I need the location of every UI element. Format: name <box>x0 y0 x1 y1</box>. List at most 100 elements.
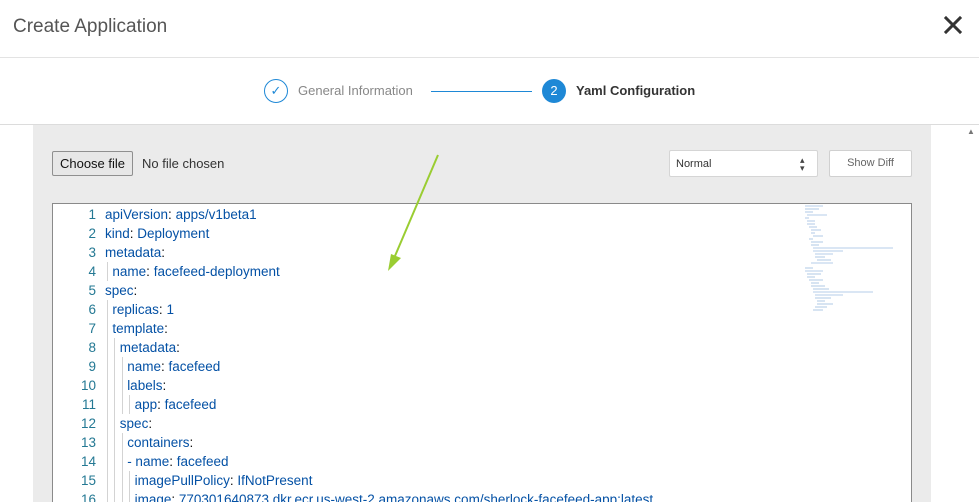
line-number: 15 <box>80 473 96 488</box>
editor-line[interactable]: 6 replicas: 1 <box>53 300 793 319</box>
yaml-key: template <box>112 321 165 336</box>
code-text: metadata: <box>105 243 165 262</box>
editor-line[interactable]: 5 spec: <box>53 281 793 300</box>
editor-line[interactable]: 15 imagePullPolicy: IfNotPresent <box>53 471 793 490</box>
step-1-check-icon[interactable]: ✓ <box>264 79 288 103</box>
indent-guide <box>114 490 116 502</box>
modal-header: Create Application <box>0 0 979 58</box>
editor-line[interactable]: 11 app: facefeed <box>53 395 793 414</box>
step-1-label[interactable]: General Information <box>298 83 413 98</box>
editor-line[interactable]: 14 - name: facefeed <box>53 452 793 471</box>
editor-line[interactable]: 16 image: 770301640873.dkr.ecr.us-west-2.… <box>53 490 793 502</box>
code-text: imagePullPolicy: IfNotPresent <box>135 471 313 490</box>
indent-guide <box>107 338 108 357</box>
indent-guide <box>114 452 116 471</box>
indent-guide <box>107 490 108 502</box>
yaml-key: name <box>127 359 161 374</box>
choose-file-button[interactable]: Choose file <box>52 151 133 176</box>
editor-mode-select[interactable]: Normal ▴ ▾ <box>669 150 818 177</box>
indent-guide <box>114 395 116 414</box>
yaml-value: Deployment <box>137 226 210 241</box>
show-diff-button[interactable]: Show Diff <box>829 150 912 177</box>
yaml-key: containers <box>127 435 190 450</box>
step-connector <box>431 91 532 92</box>
editor-line[interactable]: 12 spec: <box>53 414 793 433</box>
editor-line[interactable]: 3 metadata: <box>53 243 793 262</box>
line-number: 4 <box>88 264 96 279</box>
yaml-editor[interactable]: 1 apiVersion: apps/v1beta1 2 kind: Deployme… <box>52 203 912 502</box>
yaml-separator: : <box>189 435 194 450</box>
line-number: 6 <box>88 302 96 317</box>
yaml-config-panel: Choose file No file chosen Normal ▴ ▾ Sho… <box>33 125 931 502</box>
editor-line[interactable]: 10 labels: <box>53 376 793 395</box>
yaml-separator: : <box>168 207 176 222</box>
code-text: replicas: 1 <box>112 300 174 319</box>
yaml-value: facefeed-deployment <box>153 264 280 279</box>
yaml-separator: : <box>148 416 153 431</box>
wizard-steps: ✓ General Information 2 Yaml Configurati… <box>0 58 979 125</box>
code-text: spec: <box>120 414 152 433</box>
yaml-separator: : <box>161 245 166 260</box>
indent-guide <box>114 376 116 395</box>
editor-mode-value: Normal <box>676 158 712 170</box>
yaml-separator: : <box>157 397 165 412</box>
yaml-key: labels <box>127 378 163 393</box>
indent-guide <box>114 414 116 433</box>
line-number: 14 <box>80 454 96 469</box>
line-number: 10 <box>80 378 96 393</box>
indent-guide <box>114 338 116 357</box>
yaml-key: replicas <box>112 302 159 317</box>
yaml-separator: : <box>133 283 138 298</box>
editor-line[interactable]: 13 containers: <box>53 433 793 452</box>
yaml-key: image <box>134 492 172 502</box>
editor-line[interactable]: 2 kind: Deployment <box>53 224 793 243</box>
indent-guide <box>121 490 123 502</box>
yaml-separator: : <box>164 321 168 336</box>
editor-line[interactable]: 8 metadata: <box>53 338 793 357</box>
indent-guide <box>129 471 131 490</box>
line-number: 9 <box>88 359 96 374</box>
editor-line[interactable]: 7 template: <box>53 319 793 338</box>
indent-guide <box>121 452 123 471</box>
code-text: spec: <box>105 281 137 300</box>
yaml-separator: : <box>169 454 177 469</box>
yaml-key: kind <box>105 226 130 241</box>
code-text: image: 770301640873.dkr.ecr.us-west-2.am… <box>135 490 654 502</box>
code-text: app: facefeed <box>135 395 217 414</box>
indent-guide <box>121 357 123 376</box>
code-text: name: facefeed-deployment <box>112 262 279 281</box>
yaml-value: 1 <box>166 302 174 317</box>
close-icon[interactable] <box>940 12 966 38</box>
line-number: 2 <box>88 226 96 241</box>
indent-guide <box>107 262 108 281</box>
indent-guide <box>129 395 131 414</box>
yaml-value: apps/v1beta1 <box>175 207 257 222</box>
editor-minimap[interactable] <box>803 204 903 324</box>
indent-guide <box>129 490 131 502</box>
indent-guide <box>121 433 123 452</box>
editor-line[interactable]: 4 name: facefeed-deployment <box>53 262 793 281</box>
line-number: 5 <box>88 283 96 298</box>
yaml-value: facefeed <box>168 359 221 374</box>
indent-guide <box>121 471 123 490</box>
indent-guide <box>107 376 108 395</box>
editor-line[interactable]: 9 name: facefeed <box>53 357 793 376</box>
indent-guide <box>107 433 108 452</box>
code-text: labels: <box>127 376 166 395</box>
indent-guide <box>107 395 108 414</box>
yaml-key: metadata <box>105 245 162 260</box>
editor-line[interactable]: 1 apiVersion: apps/v1beta1 <box>53 205 793 224</box>
yaml-key: app <box>134 397 158 412</box>
indent-guide <box>114 471 116 490</box>
scroll-up-arrow-icon[interactable]: ▲ <box>967 127 975 136</box>
select-arrows-icon: ▴ ▾ <box>800 155 805 173</box>
page-scrollbar-track[interactable] <box>931 125 979 502</box>
file-status-text: No file chosen <box>142 156 225 171</box>
yaml-value: facefeed <box>176 454 229 469</box>
code-text: - name: facefeed <box>127 452 228 471</box>
yaml-separator: : <box>176 340 180 355</box>
line-number: 8 <box>88 340 96 355</box>
code-text: containers: <box>127 433 193 452</box>
yaml-key: name <box>112 264 147 279</box>
indent-guide <box>114 357 116 376</box>
